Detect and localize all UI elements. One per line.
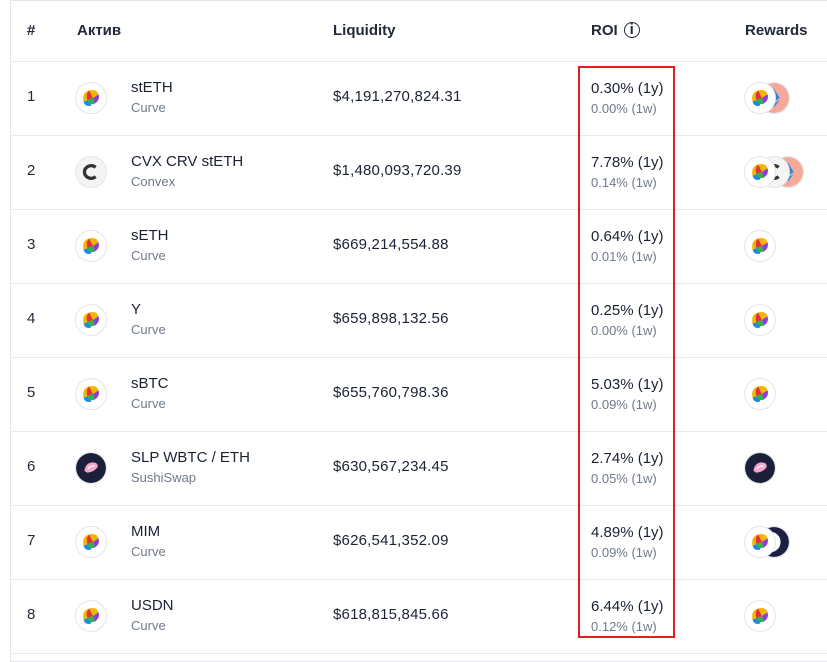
table-row[interactable]: 3 sETH Curve $669,214,554.88 0.64% (1y) 0.01%… xyxy=(11,209,827,284)
table-row[interactable]: 8 USDN Curve $618,815,845.66 6.44% (1y) 0.12%… xyxy=(11,579,827,654)
row-number: 1 xyxy=(27,88,36,105)
table-row[interactable]: 1 stETH Curve $4,191,270,824.31 0.30% (1y) 0.… xyxy=(11,61,827,136)
curve-icon xyxy=(75,526,107,558)
asset-name[interactable]: MIM xyxy=(131,523,160,540)
asset-protocol: Curve xyxy=(131,248,166,263)
table-row[interactable]: 4 Y Curve $659,898,132.56 0.25% (1y) 0.00% (1… xyxy=(11,283,827,358)
asset-protocol: SushiSwap xyxy=(131,470,197,485)
roi-yearly: 7.78% (1y) xyxy=(591,154,664,171)
asset-protocol: Convex xyxy=(131,174,176,189)
pools-table: # Актив Liquidity ROI i Rewards 1 stETH Cur… xyxy=(10,0,827,662)
roi-weekly: 0.00% (1w) xyxy=(591,101,657,116)
row-number: 7 xyxy=(27,532,36,549)
asset-protocol: Curve xyxy=(131,396,166,411)
roi-yearly: 4.89% (1y) xyxy=(591,524,664,541)
table-row[interactable]: 6 SLP WBTC / ETH SushiSwap $630,567,234.45 2… xyxy=(11,431,827,506)
roi-label: ROI xyxy=(591,22,618,39)
column-header-rewards: Rewards xyxy=(745,22,808,39)
curve-icon xyxy=(744,82,776,114)
liquidity-value: $618,815,845.66 xyxy=(333,606,449,623)
row-number: 5 xyxy=(27,384,36,401)
asset-protocol: Curve xyxy=(131,322,166,337)
asset-name[interactable]: CVX CRV stETH xyxy=(131,153,243,170)
asset-name[interactable]: sETH xyxy=(131,227,169,244)
sushi-icon xyxy=(744,452,776,484)
curve-icon xyxy=(744,156,776,188)
column-header-liquidity[interactable]: Liquidity xyxy=(333,22,396,39)
roi-weekly: 0.12% (1w) xyxy=(591,619,657,634)
curve-icon xyxy=(75,82,107,114)
table-row[interactable]: 2 CVX CRV stETH Convex $1,480,093,720.39 7.7… xyxy=(11,135,827,210)
curve-icon xyxy=(744,526,776,558)
liquidity-value: $1,480,093,720.39 xyxy=(333,162,462,179)
row-number: 2 xyxy=(27,162,36,179)
curve-icon xyxy=(744,304,776,336)
table-header: # Актив Liquidity ROI i Rewards xyxy=(11,1,827,62)
asset-name[interactable]: USDN xyxy=(131,597,174,614)
asset-protocol: Curve xyxy=(131,544,166,559)
liquidity-value: $669,214,554.88 xyxy=(333,236,449,253)
sushi-icon xyxy=(75,452,107,484)
convex-icon xyxy=(75,156,107,188)
liquidity-value: $626,541,352.09 xyxy=(333,532,449,549)
roi-yearly: 6.44% (1y) xyxy=(591,598,664,615)
table-row[interactable]: 5 sBTC Curve $655,760,798.36 5.03% (1y) 0.09%… xyxy=(11,357,827,432)
curve-icon xyxy=(744,600,776,632)
asset-protocol: Curve xyxy=(131,618,166,633)
curve-icon xyxy=(75,304,107,336)
row-number: 3 xyxy=(27,236,36,253)
column-header-num: # xyxy=(27,22,36,39)
roi-yearly: 0.64% (1y) xyxy=(591,228,664,245)
curve-icon xyxy=(75,600,107,632)
asset-name[interactable]: Y xyxy=(131,301,141,318)
roi-yearly: 2.74% (1y) xyxy=(591,450,664,467)
column-header-asset[interactable]: Актив xyxy=(77,22,121,39)
asset-name[interactable]: stETH xyxy=(131,79,173,96)
roi-weekly: 0.14% (1w) xyxy=(591,175,657,190)
column-header-roi[interactable]: ROI i xyxy=(591,22,640,39)
asset-name[interactable]: SLP WBTC / ETH xyxy=(131,449,250,466)
info-icon[interactable]: i xyxy=(623,22,640,38)
liquidity-value: $659,898,132.56 xyxy=(333,310,449,327)
liquidity-value: $655,760,798.36 xyxy=(333,384,449,401)
row-number: 8 xyxy=(27,606,36,623)
curve-icon xyxy=(75,230,107,262)
roi-weekly: 0.00% (1w) xyxy=(591,323,657,338)
curve-icon xyxy=(75,378,107,410)
row-number: 4 xyxy=(27,310,36,327)
liquidity-value: $4,191,270,824.31 xyxy=(333,88,462,105)
curve-icon xyxy=(744,378,776,410)
table-row[interactable]: 7 MIM Curve $626,541,352.09 4.89% (1y) 0.09% … xyxy=(11,505,827,580)
roi-yearly: 0.25% (1y) xyxy=(591,302,664,319)
asset-name[interactable]: sBTC xyxy=(131,375,169,392)
roi-yearly: 5.03% (1y) xyxy=(591,376,664,393)
roi-yearly: 0.30% (1y) xyxy=(591,80,664,97)
liquidity-value: $630,567,234.45 xyxy=(333,458,449,475)
row-number: 6 xyxy=(27,458,36,475)
asset-protocol: Curve xyxy=(131,100,166,115)
roi-weekly: 0.09% (1w) xyxy=(591,545,657,560)
roi-weekly: 0.09% (1w) xyxy=(591,397,657,412)
curve-icon xyxy=(744,230,776,262)
roi-weekly: 0.05% (1w) xyxy=(591,471,657,486)
roi-weekly: 0.01% (1w) xyxy=(591,249,657,264)
